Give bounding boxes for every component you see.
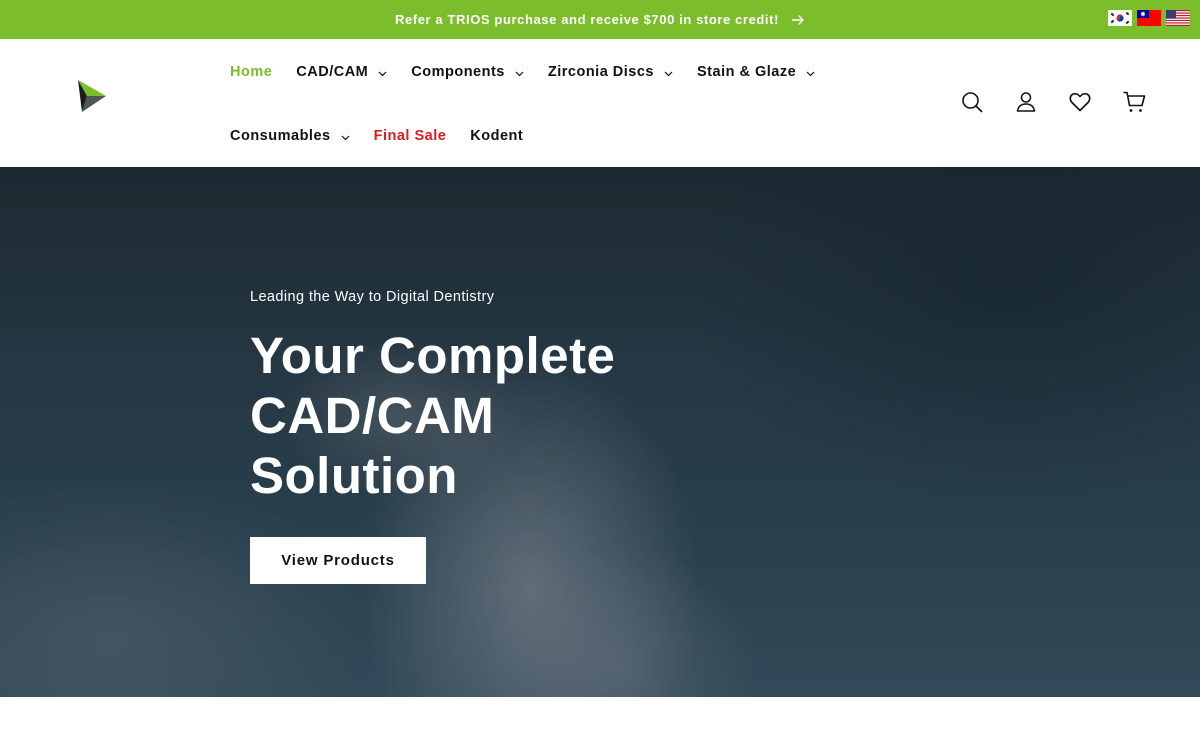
nav-stain-glaze-label: Stain & Glaze [697, 64, 797, 80]
nav-components-label: Components [411, 64, 505, 80]
announcement-link[interactable]: Refer a TRIOS purchase and receive $700 … [395, 12, 805, 27]
search-icon[interactable] [960, 90, 984, 114]
header-actions [960, 90, 1146, 114]
usa-flag-icon[interactable] [1166, 10, 1190, 26]
triangle-logo-icon[interactable] [76, 79, 108, 113]
main-nav-row-2: Consumables Final Sale Kodent [230, 125, 547, 147]
view-products-button[interactable]: View Products [250, 537, 426, 584]
main-nav-row-1: Home CAD/CAM Components Zirconia Discs S… [230, 61, 839, 83]
hero-title-line-3: Solution [250, 447, 458, 504]
nav-kodent-label: Kodent [470, 128, 524, 144]
nav-final-sale[interactable]: Final Sale [374, 125, 447, 147]
wishlist-heart-icon[interactable] [1068, 90, 1092, 114]
korea-flag-icon[interactable] [1108, 10, 1132, 26]
chevron-down-icon [515, 71, 524, 77]
nav-home[interactable]: Home [230, 61, 272, 83]
nav-cad-cam-label: CAD/CAM [296, 64, 369, 80]
nav-zirconia-discs-label: Zirconia Discs [547, 64, 654, 80]
nav-home-label: Home [230, 64, 273, 80]
nav-consumables[interactable]: Consumables [230, 125, 350, 147]
hero-title-line-1: Your Complete [250, 327, 616, 384]
language-switcher [1108, 10, 1190, 26]
hero-eyebrow: Leading the Way to Digital Dentistry [250, 289, 495, 305]
hero-title-line-2: CAD/CAM [250, 387, 495, 444]
nav-zirconia-discs[interactable]: Zirconia Discs [548, 61, 673, 83]
nav-final-sale-label: Final Sale [373, 128, 447, 144]
account-icon[interactable] [1014, 90, 1038, 114]
announcement-bar: Refer a TRIOS purchase and receive $700 … [0, 0, 1200, 39]
announcement-text: Refer a TRIOS purchase and receive $700 … [394, 12, 780, 27]
nav-kodent[interactable]: Kodent [470, 125, 523, 147]
nav-consumables-label: Consumables [230, 128, 331, 144]
arrow-right-icon [792, 14, 805, 25]
chevron-down-icon [664, 71, 673, 77]
taiwan-flag-icon[interactable] [1137, 10, 1161, 26]
hero-content: Leading the Way to Digital Dentistry You… [250, 289, 670, 584]
chevron-down-icon [806, 71, 815, 77]
hero-banner: Leading the Way to Digital Dentistry You… [0, 167, 1200, 697]
nav-stain-glaze[interactable]: Stain & Glaze [697, 61, 815, 83]
chevron-down-icon [341, 135, 350, 141]
hero-title: Your Complete CAD/CAM Solution [250, 326, 670, 506]
chevron-down-icon [378, 71, 387, 77]
cart-icon[interactable] [1122, 90, 1146, 114]
nav-cad-cam[interactable]: CAD/CAM [296, 61, 387, 83]
page-content-start [0, 697, 1200, 750]
site-header: Home CAD/CAM Components Zirconia Discs S… [0, 39, 1200, 167]
nav-components[interactable]: Components [411, 61, 524, 83]
